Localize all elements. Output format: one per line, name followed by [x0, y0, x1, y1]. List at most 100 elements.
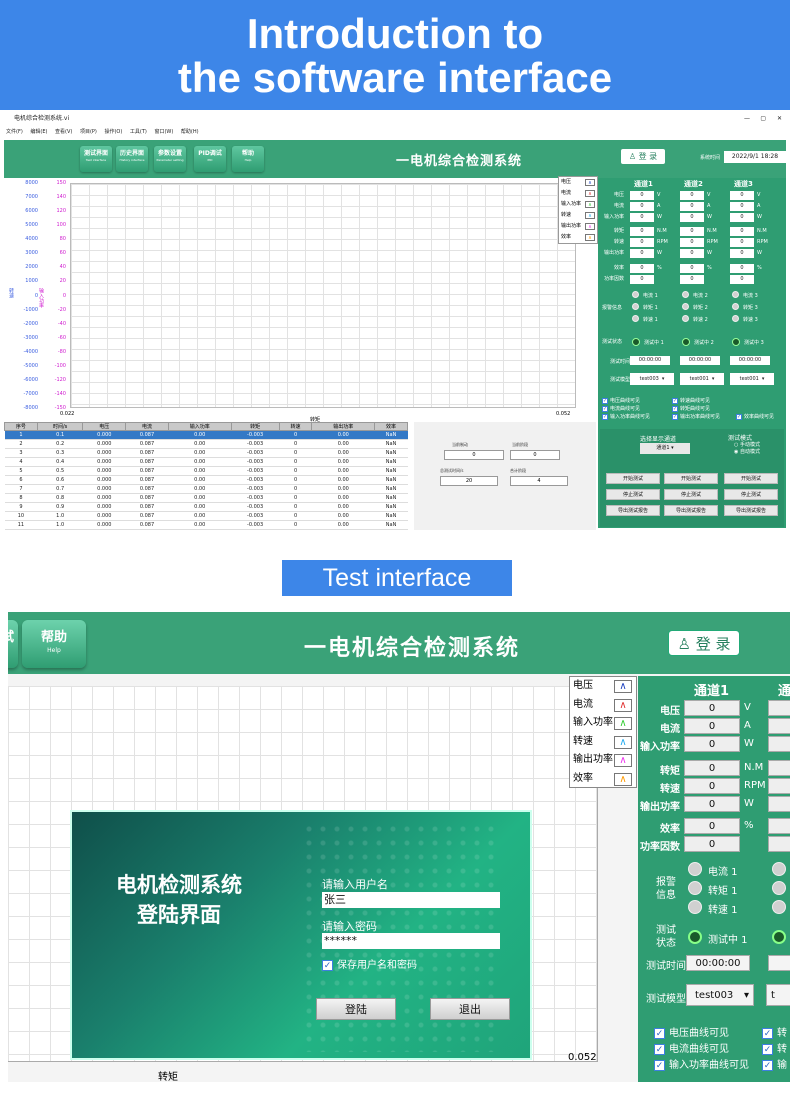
- menu-tools[interactable]: 工具(T): [130, 129, 147, 135]
- y-tick-left: -4000: [23, 348, 38, 355]
- y-tick-left: -5000: [23, 362, 38, 369]
- select-channel-dropdown[interactable]: 通道1 ▾: [640, 443, 690, 454]
- legend-item[interactable]: 效率 ∧: [570, 770, 636, 789]
- menu-edit[interactable]: 编辑(E): [30, 129, 47, 135]
- table-row[interactable]: 8 0.8 0.000 0.087 0.00 -0.003 0 0.00 NaN: [4, 493, 408, 503]
- legend-item[interactable]: 输出功率 ∧: [570, 751, 636, 770]
- legend-item[interactable]: 输出功率 ∧: [559, 221, 597, 232]
- menu-project[interactable]: 项目(P): [80, 129, 97, 135]
- table-cell: -0.003: [231, 466, 280, 476]
- nav-history-button[interactable]: 历史界面 History interface: [116, 146, 148, 172]
- model-selector[interactable]: test003 ▾: [686, 984, 754, 1006]
- login-button[interactable]: ♙ 登 录: [668, 630, 740, 656]
- curve-checkbox[interactable]: ✓ 效率曲线可见: [736, 413, 774, 420]
- curve-checkbox[interactable]: ✓ 电流曲线可见: [602, 405, 640, 412]
- curve-checkbox[interactable]: ✓ 输入功率曲线可见: [602, 413, 650, 420]
- chart-legend[interactable]: 电压 ∧ 电流 ∧ 输入功率 ∧ 转速 ∧ 输出功率 ∧ 效率 ∧: [558, 176, 598, 244]
- menu-help[interactable]: 帮助(H): [181, 129, 199, 135]
- start-test-button[interactable]: 开始测试: [606, 473, 660, 484]
- legend-item[interactable]: 电流 ∧: [559, 188, 597, 199]
- menu-file[interactable]: 文件(F): [6, 129, 23, 135]
- menu-operate[interactable]: 操作(O): [104, 129, 122, 135]
- remember-checkbox[interactable]: ✓ 保存用户名和密码: [322, 956, 417, 971]
- table-row[interactable]: 121.10.0000.0870.00-0.00300.00NaN: [4, 529, 408, 530]
- ch1-unit: RPM: [744, 780, 766, 791]
- curve-checkbox[interactable]: ✓ 电流曲线可见: [654, 1040, 729, 1055]
- total-time-field[interactable]: 20: [440, 476, 498, 486]
- legend-item[interactable]: 电流 ∧: [570, 696, 636, 715]
- table-row[interactable]: 7 0.7 0.000 0.087 0.00 -0.003 0 0.00 NaN: [4, 484, 408, 494]
- legend-item[interactable]: 转速 ∧: [570, 733, 636, 752]
- menu-window[interactable]: 窗口(W): [154, 129, 173, 135]
- chart-plot-grid[interactable]: [70, 183, 576, 408]
- legend-item[interactable]: 输入功率 ∧: [559, 199, 597, 210]
- export-report-button[interactable]: 导出测试报告: [606, 505, 660, 516]
- curve-checkbox-2[interactable]: ✓ 输: [762, 1056, 787, 1071]
- nav-test-button[interactable]: 测试界面 Test interface: [80, 146, 112, 172]
- maximize-icon[interactable]: ▢: [760, 112, 766, 126]
- nav-sub: Help: [244, 158, 252, 162]
- ch2-value: [768, 818, 790, 834]
- curve-checkbox[interactable]: ✓ 转矩曲线可见: [672, 405, 710, 412]
- curve-checkbox[interactable]: ✓ 电压曲线可见: [654, 1024, 729, 1039]
- nav-help-button[interactable]: 帮助 Help: [22, 620, 86, 668]
- table-row[interactable]: 4 0.4 0.000 0.087 0.00 -0.003 0 0.00 NaN: [4, 457, 408, 467]
- curve-checkbox[interactable]: ✓ 输入功率曲线可见: [654, 1056, 749, 1071]
- password-input[interactable]: ******: [322, 933, 500, 949]
- stop-test-button[interactable]: 停止测试: [664, 489, 718, 500]
- nav-help-button[interactable]: 帮助 Help: [232, 146, 264, 172]
- curve-checkbox-2[interactable]: ✓ 转: [762, 1040, 787, 1055]
- stop-test-button[interactable]: 停止测试: [606, 489, 660, 500]
- close-icon[interactable]: ✕: [777, 112, 782, 126]
- legend-item[interactable]: 电压 ∧: [570, 677, 636, 696]
- legend-label: 电流: [561, 190, 572, 196]
- model-selector-2[interactable]: t: [766, 984, 790, 1006]
- chart-legend[interactable]: 电压 ∧ 电流 ∧ 输入功率 ∧ 转速 ∧ 输出功率 ∧ 效率 ∧: [569, 676, 637, 788]
- table-row[interactable]: 1 0.1 0.000 0.087 0.00 -0.003 0 0.00 NaN: [4, 430, 408, 440]
- curve-checkbox[interactable]: ✓ 输出功率曲线可见: [672, 413, 720, 420]
- table-row[interactable]: 2 0.2 0.000 0.087 0.00 -0.003 0 0.00 NaN: [4, 439, 408, 449]
- legend-item[interactable]: 电压 ∧: [559, 177, 597, 188]
- curve-checkbox[interactable]: ✓ 转速曲线可见: [672, 397, 710, 404]
- table-row[interactable]: 10 1.0 0.000 0.087 0.00 -0.003 0 0.00 NaN: [4, 511, 408, 521]
- table-row[interactable]: 6 0.6 0.000 0.087 0.00 -0.003 0 0.00 NaN: [4, 475, 408, 485]
- total-stage-field[interactable]: 4: [510, 476, 568, 486]
- data-table[interactable]: 序号 时间/s 电压 电流 输入功率 转矩 转速 输出功率 效率 1 0.1 0.000 0.087 0…: [4, 422, 412, 530]
- legend-item[interactable]: 输入功率 ∧: [570, 714, 636, 733]
- row-label: 输入功率: [640, 742, 680, 753]
- table-row[interactable]: 9 0.9 0.000 0.087 0.00 -0.003 0 0.00 NaN: [4, 502, 408, 512]
- curve-checkbox-2[interactable]: ✓ 转: [762, 1024, 787, 1039]
- mode-manual-radio[interactable]: ○ 手动模式: [734, 441, 760, 448]
- table-row[interactable]: 3 0.3 0.000 0.087 0.00 -0.003 0 0.00 NaN: [4, 448, 408, 458]
- username-input[interactable]: 张三: [322, 892, 500, 908]
- table-row[interactable]: 11 1.0 0.000 0.087 0.00 -0.003 0 0.00 NaN: [4, 520, 408, 530]
- stop-test-button[interactable]: 停止测试: [724, 489, 778, 500]
- nav-test-button[interactable]: 试: [8, 620, 18, 668]
- table-cell: NaN: [374, 511, 408, 521]
- export-report-button[interactable]: 导出测试报告: [724, 505, 778, 516]
- y-tick-left: 8000: [25, 180, 38, 186]
- mode-auto-radio[interactable]: ◉ 自动模式: [734, 448, 760, 455]
- start-test-button[interactable]: 开始测试: [664, 473, 718, 484]
- minimize-icon[interactable]: —: [744, 112, 750, 126]
- clock-value: 2022/9/1 18:28: [724, 151, 786, 163]
- start-test-button[interactable]: 开始测试: [724, 473, 778, 484]
- nav-pid-button[interactable]: PID调试 PID: [194, 146, 226, 172]
- table-row[interactable]: 5 0.5 0.000 0.087 0.00 -0.003 0 0.00 NaN: [4, 466, 408, 476]
- table-cell: 0.00: [311, 475, 375, 485]
- model-selector[interactable]: test001 ▾: [680, 373, 724, 385]
- curve-checkbox[interactable]: ✓ 电压曲线可见: [602, 397, 640, 404]
- exit-button[interactable]: 退出: [430, 998, 510, 1020]
- menu-view[interactable]: 查看(V): [55, 129, 72, 135]
- export-report-button[interactable]: 导出测试报告: [664, 505, 718, 516]
- login-button[interactable]: ♙ 登 录: [621, 149, 665, 164]
- model-selector[interactable]: test001 ▾: [730, 373, 774, 385]
- nav-sub: Help: [47, 647, 61, 654]
- legend-item[interactable]: 效率 ∧: [559, 232, 597, 243]
- nav-params-button[interactable]: 参数设置 Parameter setting: [154, 146, 186, 172]
- channel-3-title: 通道3: [734, 180, 753, 188]
- model-selector[interactable]: test003 ▾: [630, 373, 674, 385]
- ch3-value: 0: [730, 227, 754, 236]
- login-submit-button[interactable]: 登陆: [316, 998, 396, 1020]
- legend-item[interactable]: 转速 ∧: [559, 210, 597, 221]
